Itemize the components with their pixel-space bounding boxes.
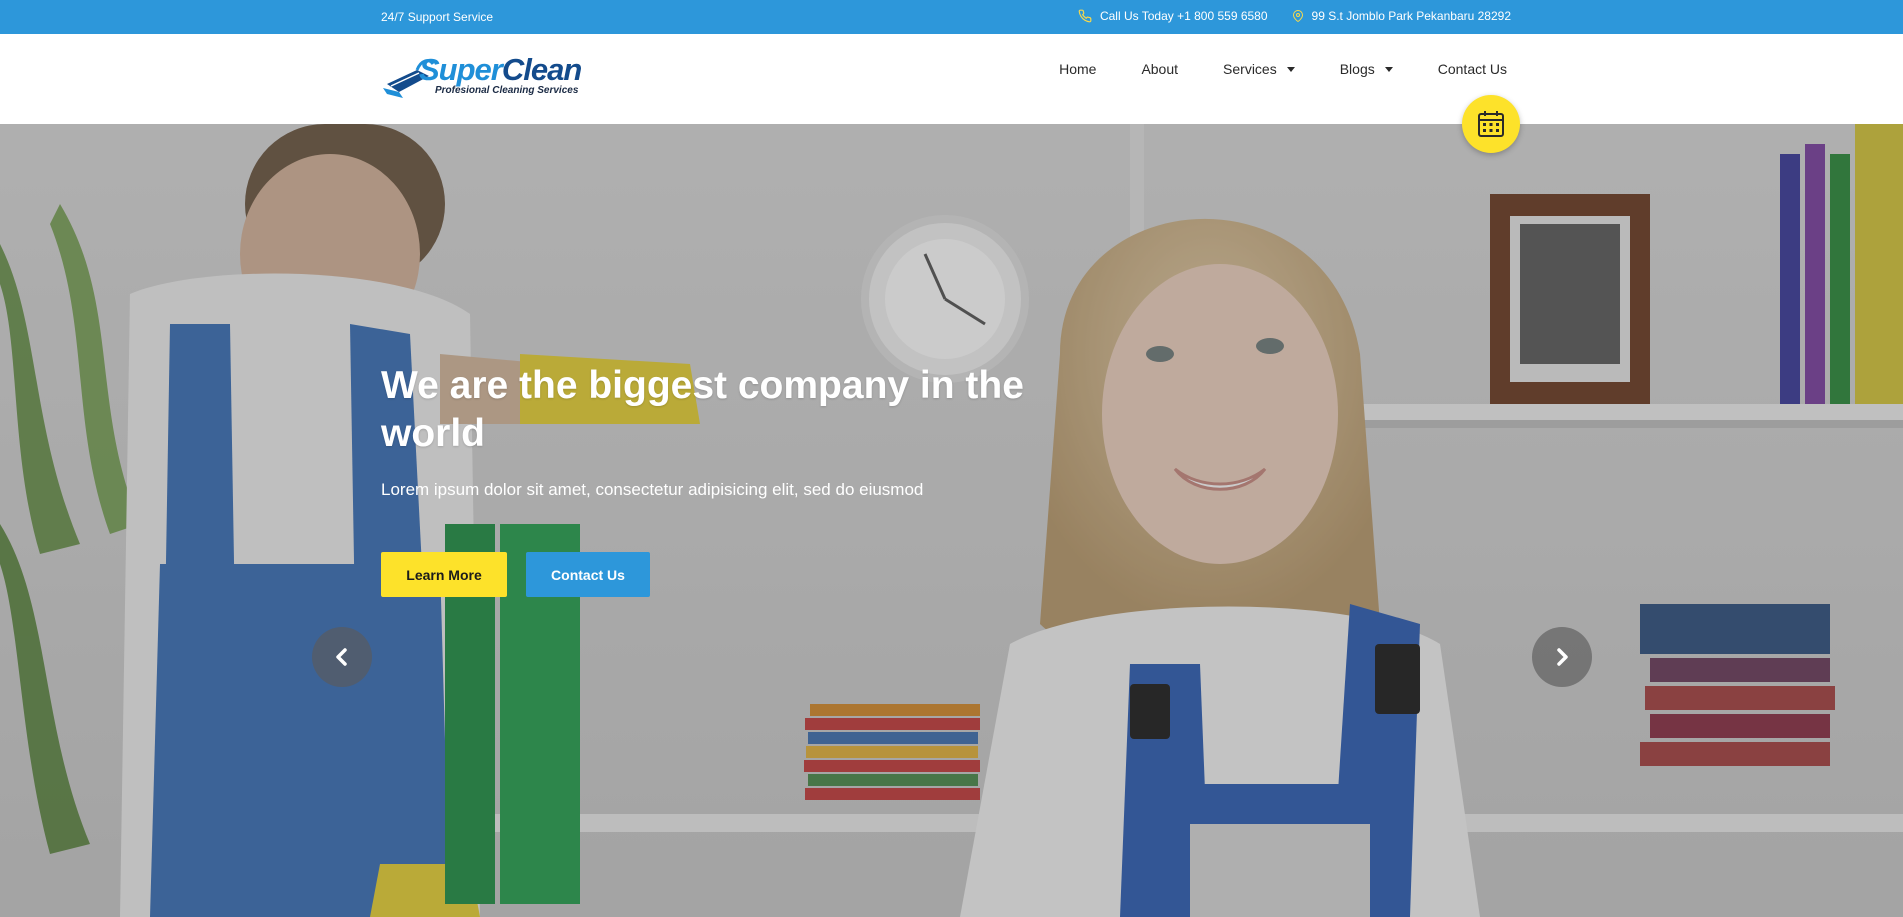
phone-icon (1078, 9, 1092, 23)
caret-down-icon (1286, 66, 1295, 72)
calendar-icon (1478, 111, 1504, 137)
site-logo[interactable]: SuperClean Profesional Cleaning Services (381, 52, 586, 104)
slider-next-button[interactable] (1532, 627, 1592, 687)
address-text: 99 S.t Jomblo Park Pekanbaru 28292 (1311, 9, 1511, 23)
phone-text: Call Us Today +1 800 559 6580 (1099, 9, 1268, 23)
nav-about-label: About (1141, 61, 1179, 77)
slider-prev-button[interactable] (312, 627, 372, 687)
main-menu: Home About Services Blogs Contact Us (1014, 61, 1507, 77)
nav-blogs-label: Blogs (1339, 61, 1375, 77)
hero-title: We are the biggest company in the world (381, 364, 1024, 455)
map-pin-icon (1292, 10, 1303, 23)
topbar-phone[interactable]: Call Us Today +1 800 559 6580 (1078, 9, 1268, 23)
hero-slider: We are the biggest company in the world … (0, 124, 1903, 917)
support-text: 24/7 Support Service (381, 10, 494, 24)
contact-us-button[interactable]: Contact Us (526, 552, 650, 597)
topbar-address: 99 S.t Jomblo Park Pekanbaru 28292 (1292, 9, 1511, 23)
logo-tagline: Profesional Cleaning Services (435, 85, 579, 96)
caret-down-icon (1384, 66, 1393, 72)
topbar-contact: Call Us Today +1 800 559 6580 99 S.t Jom… (1054, 9, 1511, 23)
nav-home[interactable]: Home (1059, 61, 1096, 77)
nav-about[interactable]: About (1141, 61, 1178, 77)
nav-contact-label: Contact Us (1437, 61, 1507, 77)
nav-home-label: Home (1059, 61, 1097, 77)
chevron-right-icon (1557, 648, 1568, 666)
hero-dark-overlay (0, 124, 1903, 917)
learn-more-button[interactable]: Learn More (381, 552, 507, 597)
nav-services[interactable]: Services (1223, 61, 1295, 77)
nav-services-label: Services (1223, 61, 1277, 77)
logo-wordmark: SuperClean (419, 52, 582, 88)
nav-contact[interactable]: Contact Us (1438, 61, 1507, 77)
main-navbar: SuperClean Profesional Cleaning Services… (0, 34, 1903, 124)
top-bar: 24/7 Support Service Call Us Today +1 80… (0, 0, 1903, 34)
chevron-left-icon (336, 648, 347, 666)
hero-subtitle: Lorem ipsum dolor sit amet, consectetur … (381, 480, 924, 499)
nav-blogs[interactable]: Blogs (1340, 61, 1393, 77)
logo-clean: Clean (501, 52, 582, 87)
booking-calendar-button[interactable] (1462, 95, 1520, 153)
logo-super: Super (419, 52, 503, 87)
